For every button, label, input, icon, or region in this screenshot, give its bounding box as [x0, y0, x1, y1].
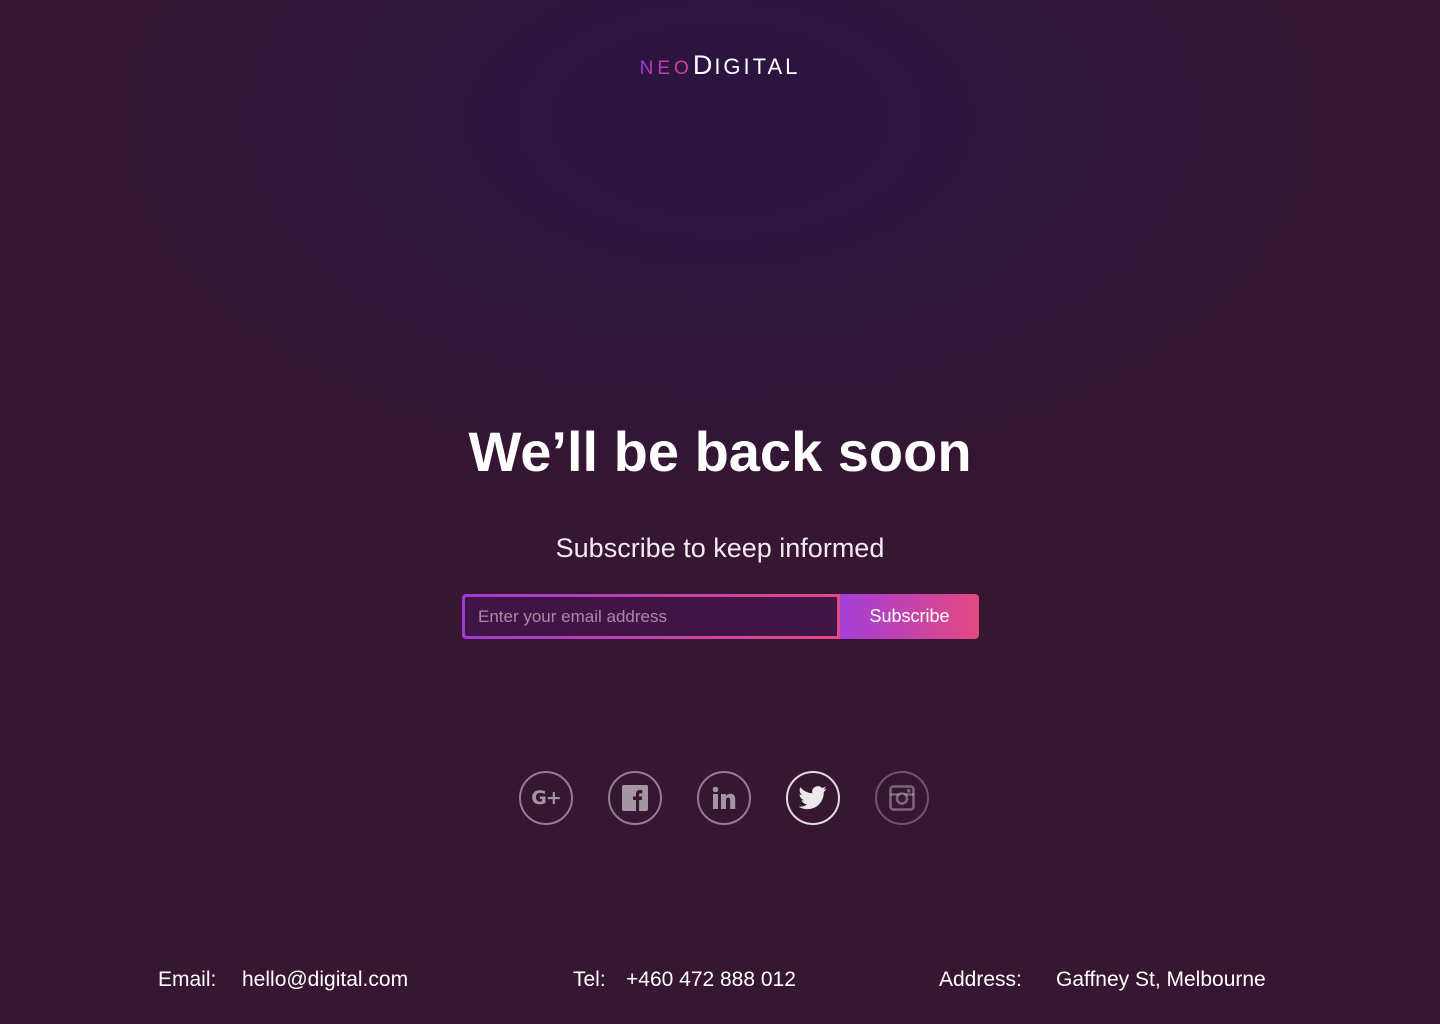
instagram-link[interactable] [875, 771, 929, 825]
logo-rest: IGITAL [714, 54, 801, 79]
brand-logo[interactable]: NEODIGITAL [0, 50, 1440, 84]
page-title: We’ll be back soon [468, 420, 972, 483]
email-input[interactable] [465, 597, 837, 636]
logo-wordmark: DIGITAL [693, 50, 801, 80]
instagram-icon [889, 785, 915, 811]
facebook-link[interactable] [608, 771, 662, 825]
footer-address-label: Address: [939, 968, 1022, 991]
subscribe-button[interactable]: Subscribe [840, 594, 979, 639]
social-links: G+ [519, 771, 929, 825]
subscribe-form: Subscribe [462, 594, 979, 639]
footer-address-value: Gaffney St, Melbourne [1056, 968, 1266, 991]
linkedin-icon [712, 786, 736, 809]
email-field-border [462, 594, 840, 639]
twitter-icon [799, 786, 827, 810]
facebook-icon [622, 785, 648, 811]
google-plus-icon: G+ [531, 787, 561, 809]
google-plus-link[interactable]: G+ [519, 771, 573, 825]
footer-email-value[interactable]: hello@digital.com [242, 963, 408, 997]
footer-tel-value[interactable]: +460 472 888 012 [626, 963, 796, 997]
logo-prefix: NEO [639, 58, 693, 79]
footer-email-label: Email: [158, 968, 217, 991]
footer-tel-label: Tel: [573, 968, 606, 991]
twitter-link[interactable] [786, 771, 840, 825]
page-subtitle: Subscribe to keep informed [555, 533, 885, 563]
logo-initial: D [692, 50, 715, 80]
contact-footer: Email: hello@digital.com Tel: +460 472 8… [0, 963, 1440, 997]
linkedin-link[interactable] [697, 771, 751, 825]
